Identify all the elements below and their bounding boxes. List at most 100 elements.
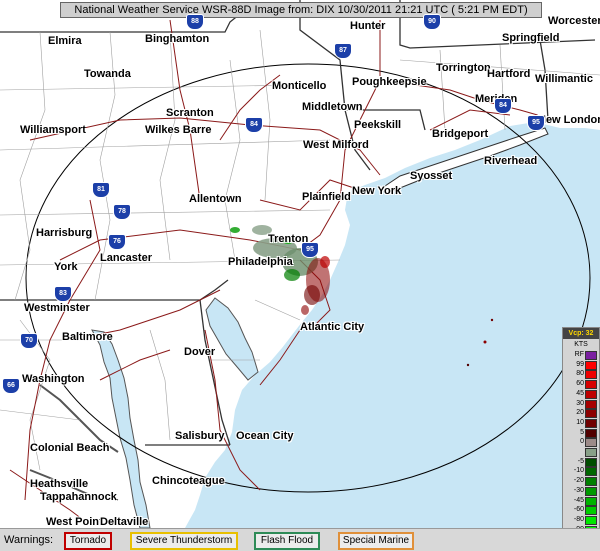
- legend-color-swatch: [585, 360, 597, 370]
- legend-row-label: 0: [580, 438, 584, 446]
- legend-row: 20: [563, 408, 599, 419]
- legend-row-label: RF: [574, 351, 584, 358]
- city-west-milford: West Milford: [303, 139, 369, 151]
- legend-row: 5: [563, 428, 599, 438]
- city-salisbury: Salisbury: [175, 430, 225, 442]
- city-westminster: Westminster: [24, 302, 90, 314]
- legend-color-swatch: [585, 409, 597, 419]
- legend-row: -80: [563, 515, 599, 525]
- city-colonial-beach: Colonial Beach: [30, 442, 110, 454]
- city-worcester: Worcester: [548, 15, 600, 27]
- legend-row: 10: [563, 418, 599, 428]
- city-riverhead: Riverhead: [484, 155, 538, 167]
- city-middletown: Middletown: [302, 101, 363, 113]
- legend-row-label: -30: [573, 486, 584, 494]
- legend-color-swatch: [585, 399, 597, 409]
- city-west-point: West Point: [46, 516, 103, 528]
- city-philadelphia: Philadelphia: [228, 256, 293, 268]
- city-wilkes-barre: Wilkes Barre: [145, 124, 212, 136]
- legend-row: 0: [563, 437, 599, 448]
- legend-row-label: 99: [576, 360, 584, 368]
- legend-row: 80: [563, 369, 599, 380]
- city-lancaster: Lancaster: [100, 252, 152, 264]
- interstate-shield-95-nj: 95: [301, 242, 319, 258]
- city-tappahannock: Tappahannock: [40, 491, 117, 503]
- legend-color-swatch: [585, 351, 597, 360]
- city-peekskill: Peekskill: [354, 119, 402, 131]
- interstate-shield-87: 87: [334, 43, 352, 59]
- interstate-shield-90: 90: [423, 14, 441, 30]
- legend-row-label: -80: [573, 515, 584, 523]
- legend-row: -30: [563, 486, 599, 496]
- interstate-shield-81: 81: [92, 182, 110, 198]
- legend-color-swatch: [585, 515, 597, 525]
- interstate-shield-83: 83: [54, 286, 72, 302]
- warning-special-marine-button[interactable]: Special Marine: [338, 532, 414, 550]
- legend-row-label: 60: [576, 380, 584, 388]
- legend-row-label: -5: [577, 457, 584, 465]
- legend-color-swatch: [585, 457, 597, 467]
- warning-severe-thunderstorm-button[interactable]: Severe Thunderstorm: [130, 532, 238, 550]
- legend-color-swatch: [585, 380, 597, 390]
- legend-row-label: 20: [576, 409, 584, 417]
- legend-row: -5: [563, 457, 599, 467]
- city-poughkeepsie: Poughkeepsie: [352, 76, 427, 88]
- interstate-shield-95-ct: 95: [527, 115, 545, 131]
- legend-row-label: 45: [576, 389, 584, 397]
- city-baltimore: Baltimore: [62, 331, 113, 343]
- legend-row-label: 10: [576, 418, 584, 426]
- legend-row-label: -10: [573, 467, 584, 475]
- city-new-york: New York: [352, 185, 402, 197]
- city-chincoteague: Chincoteague: [152, 475, 225, 487]
- interstate-shield-84-east: 84: [494, 98, 512, 114]
- legend-color-swatch: [585, 506, 597, 516]
- city-willimantic: Willimantic: [535, 73, 593, 85]
- city-monticello: Monticello: [272, 80, 327, 92]
- legend-color-swatch: [585, 496, 597, 506]
- legend-row: 99: [563, 360, 599, 370]
- legend-row: 45: [563, 389, 599, 399]
- warnings-label: Warnings:: [4, 534, 54, 546]
- city-binghamton: Binghamton: [145, 33, 210, 45]
- legend-row: RF: [563, 350, 599, 360]
- city-torrington: Torrington: [436, 62, 491, 74]
- warning-flash-flood-button[interactable]: Flash Flood: [254, 532, 320, 550]
- city-deltaville: Deltaville: [100, 516, 149, 528]
- legend-row: [563, 447, 599, 457]
- legend-color-swatch: [585, 486, 597, 496]
- interstate-shield-88: 88: [186, 14, 204, 30]
- city-scranton: Scranton: [166, 107, 214, 119]
- legend-row-label: 5: [580, 428, 584, 436]
- city-atlantic-city: Atlantic City: [300, 321, 365, 333]
- city-harrisburg: Harrisburg: [36, 227, 93, 239]
- legend-row-label: -20: [573, 477, 584, 485]
- legend-color-swatch: [585, 467, 597, 477]
- legend-row: 30: [563, 399, 599, 409]
- legend-row: -20: [563, 476, 599, 487]
- city-towanda: Towanda: [84, 68, 131, 80]
- interstate-shield-78: 78: [113, 204, 131, 220]
- legend-color-swatch: [585, 477, 597, 487]
- warnings-bar: Warnings: Tornado Severe Thunderstorm Fl…: [0, 528, 600, 551]
- city-bridgeport: Bridgeport: [432, 128, 489, 140]
- legend-row-label: -60: [573, 506, 584, 514]
- legend-units: KTS: [574, 341, 588, 348]
- city-elmira: Elmira: [48, 35, 82, 47]
- city-new-london: New London: [538, 114, 600, 126]
- legend-row-label: 30: [576, 399, 584, 407]
- legend-row: -45: [563, 496, 599, 506]
- legend-color-swatch: [585, 438, 597, 448]
- city-dover: Dover: [184, 346, 216, 358]
- city-williamsport: Williamsport: [20, 124, 86, 136]
- warning-tornado-button[interactable]: Tornado: [64, 532, 112, 550]
- interstate-shield-66: 66: [2, 378, 20, 394]
- city-washington: Washington: [22, 373, 85, 385]
- city-ocean-city: Ocean City: [236, 430, 294, 442]
- legend-color-swatch: [585, 418, 597, 428]
- city-syosset: Syosset: [410, 170, 453, 182]
- legend-row: -60: [563, 505, 599, 516]
- city-springfield: Springfield: [502, 32, 560, 44]
- legend-row-label: -45: [573, 496, 584, 504]
- radar-title-bar: National Weather Service WSR-88D Image f…: [60, 2, 542, 18]
- legend-row-label: 80: [576, 370, 584, 378]
